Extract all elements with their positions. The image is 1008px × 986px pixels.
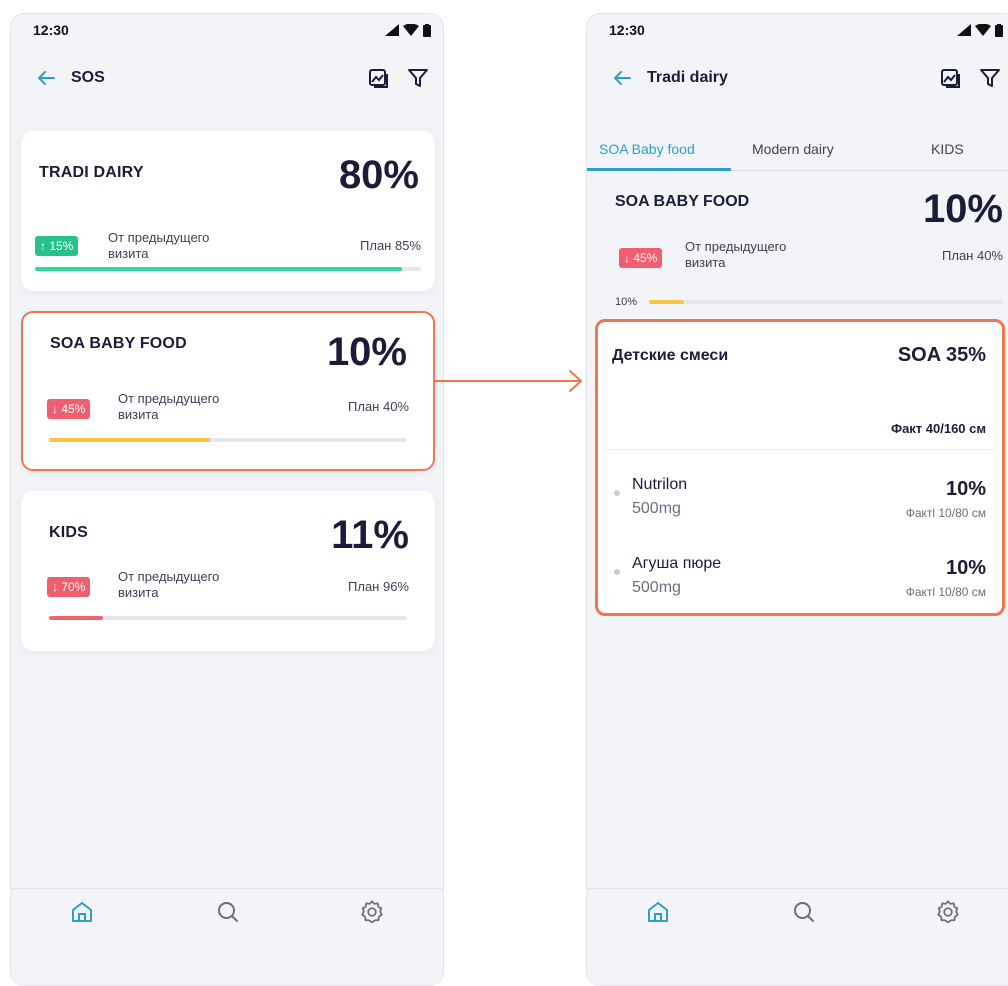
home-icon[interactable] — [69, 899, 95, 925]
wifi-icon — [403, 24, 419, 36]
gallery-icon[interactable] — [367, 67, 389, 89]
tab-soa-baby-food[interactable]: SOA Baby food — [599, 127, 695, 171]
header-actions — [939, 67, 1001, 89]
progress-fill — [35, 267, 402, 271]
phone-screen-sos: 12:30 SOS TRADI DAIRY 80% ↑ 15% От преды… — [10, 13, 444, 986]
signal-icon — [957, 24, 971, 36]
app-bar: Tradi dairy — [587, 58, 1008, 98]
bottom-nav — [11, 888, 443, 985]
bottom-nav — [587, 888, 1008, 985]
connector-arrow — [434, 370, 582, 392]
status-time: 12:30 — [609, 22, 645, 38]
battery-icon — [423, 23, 431, 37]
product-percent: 10% — [945, 557, 986, 579]
bullet-icon — [614, 490, 620, 496]
trend-label: От предыдущего визита — [118, 569, 220, 600]
card-tradi-dairy[interactable]: TRADI DAIRY 80% ↑ 15% От предыдущего виз… — [21, 131, 435, 291]
status-time: 12:30 — [33, 22, 69, 38]
progress-bar — [49, 616, 407, 620]
progress-fill — [49, 616, 103, 620]
status-icons — [385, 23, 431, 37]
gear-icon[interactable] — [935, 899, 961, 925]
back-arrow-icon[interactable] — [611, 67, 633, 89]
page-title: SOS — [71, 69, 105, 86]
card-percent: 10% — [326, 330, 407, 374]
plan-label: План 40% — [942, 248, 1003, 263]
card-soa-baby-food[interactable]: SOA BABY FOOD 10% ↓ 45% От предыдущего в… — [21, 311, 435, 471]
product-row[interactable]: Агуша пюре 500mg 10% Фактl 10/80 см — [598, 553, 1002, 613]
trend-badge: ↑ 15% — [35, 236, 79, 256]
category-detail-card[interactable]: Детские смеси SOA 35% Факт 40/160 см Nut… — [595, 319, 1005, 616]
trend-badge: ↓ 45% — [619, 248, 663, 268]
progress-bar — [49, 438, 407, 442]
card-kids[interactable]: KIDS 11% ↓ 70% От предыдущего визита Пла… — [21, 491, 435, 651]
product-name: Nutrilon — [632, 476, 688, 493]
progress-label: 10% — [615, 296, 638, 308]
card-percent: 80% — [338, 153, 419, 197]
product-percent: 10% — [945, 478, 986, 500]
filter-icon[interactable] — [407, 67, 429, 89]
bullet-icon — [614, 569, 620, 575]
signal-icon — [385, 24, 399, 36]
tab-bar: SOA Baby food Modern dairy KIDS — [587, 127, 1008, 171]
summary-title: SOA BABY FOOD — [615, 193, 750, 210]
trend-label: От предыдущего визита — [108, 230, 210, 261]
wifi-icon — [975, 24, 991, 36]
product-dose: 500mg — [632, 500, 681, 517]
trend-badge: ↓ 70% — [47, 577, 91, 597]
plan-label: План 85% — [360, 238, 421, 253]
product-row[interactable]: Nutrilon 500mg 10% Фактl 10/80 см — [598, 474, 1002, 534]
progress-bar — [649, 300, 1003, 304]
status-bar: 12:30 — [11, 14, 443, 46]
search-icon[interactable] — [215, 899, 241, 925]
tab-kids[interactable]: KIDS — [931, 127, 964, 171]
status-icons — [957, 23, 1003, 37]
plan-label: План 40% — [348, 399, 409, 414]
category-fact: Факт 40/160 см — [890, 421, 986, 436]
trend-label: От предыдущего визита — [118, 391, 220, 422]
product-fact: Фактl 10/80 см — [905, 585, 986, 599]
category-title: Детские смеси — [612, 347, 729, 364]
card-title: KIDS — [49, 524, 89, 541]
back-arrow-icon[interactable] — [35, 67, 57, 89]
plan-label: План 96% — [348, 579, 409, 594]
product-dose: 500mg — [632, 579, 681, 596]
product-fact: Фактl 10/80 см — [905, 506, 986, 520]
gallery-icon[interactable] — [939, 67, 961, 89]
search-icon[interactable] — [791, 899, 817, 925]
product-name: Агуша пюре — [632, 555, 722, 572]
progress-fill — [49, 438, 211, 442]
card-title: TRADI DAIRY — [39, 164, 144, 181]
category-soa: SOA 35% — [897, 344, 986, 366]
active-tab-indicator — [587, 168, 731, 171]
header-actions — [367, 67, 429, 89]
summary-percent: 10% — [922, 187, 1003, 231]
filter-icon[interactable] — [979, 67, 1001, 89]
home-icon[interactable] — [645, 899, 671, 925]
phone-screen-tradi-dairy: 12:30 Tradi dairy SOA Baby food Modern d… — [586, 13, 1008, 986]
page-title: Tradi dairy — [647, 69, 728, 86]
trend-badge: ↓ 45% — [47, 399, 91, 419]
divider — [604, 449, 996, 450]
card-percent: 11% — [331, 513, 409, 557]
gear-icon[interactable] — [359, 899, 385, 925]
status-bar: 12:30 — [587, 14, 1008, 46]
card-title: SOA BABY FOOD — [50, 335, 187, 352]
app-bar: SOS — [11, 58, 443, 98]
progress-bar — [35, 267, 421, 271]
battery-icon — [995, 23, 1003, 37]
progress-fill — [649, 300, 685, 304]
tab-modern-dairy[interactable]: Modern dairy — [752, 127, 834, 171]
trend-label: От предыдущего визита — [685, 239, 787, 270]
